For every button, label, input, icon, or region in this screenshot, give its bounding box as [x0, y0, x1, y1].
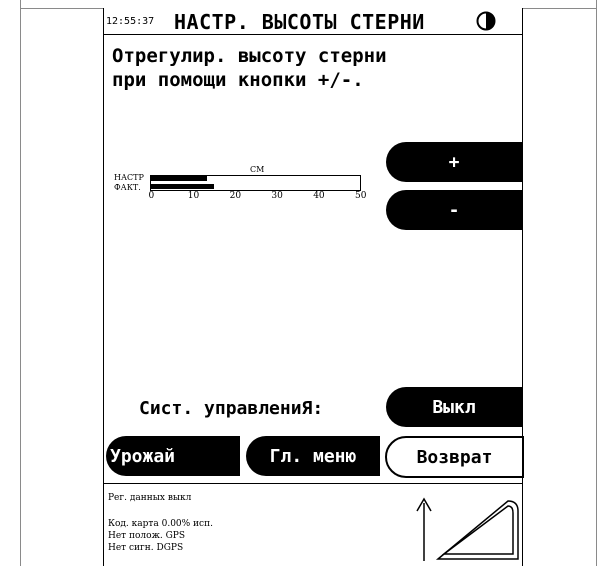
status-card: Код. карта 0.00% исп.: [108, 519, 213, 529]
status-log: Рег. данных выкл: [108, 493, 192, 503]
terminal-screen: 12:55:37 НАСТР. ВЫСОТЫ СТЕРНИ Отрегулир.…: [103, 8, 524, 566]
gauge-tick-label: 30: [271, 191, 283, 201]
gauge-actual-label: ФАКТ.: [114, 183, 141, 192]
clock: 12:55:37: [106, 16, 155, 27]
control-system-label: Сист. управлениЯ:: [139, 398, 324, 419]
gauge-tick-label: 0: [148, 191, 155, 201]
gauge-tick-label: 50: [355, 191, 367, 201]
status-separator: [104, 483, 522, 484]
gauge-set-bar: [151, 176, 208, 181]
gauge-tick-label: 10: [187, 191, 200, 201]
instruction-text: Отрегулир. высоту стерни при помощи кноп…: [112, 45, 387, 91]
stubble-height-gauge: СМ НАСТР ФАКТ. 0 10 20 30 40 50: [104, 158, 384, 218]
gauge-tick-label: 20: [229, 191, 242, 201]
status-gps: Нет полож. GPS: [108, 531, 185, 541]
contrast-icon[interactable]: [476, 11, 496, 31]
page-title: НАСТР. ВЫСОТЫ СТЕРНИ: [174, 10, 425, 34]
back-button[interactable]: Возврат: [385, 436, 524, 478]
title-bar: 12:55:37 НАСТР. ВЫСОТЫ СТЕРНИ: [104, 8, 522, 35]
left-frame-line: [20, 0, 21, 566]
field-coverage-icon: [416, 497, 519, 561]
status-dgps: Нет сигн. DGPS: [108, 543, 184, 553]
right-frame-line: [596, 0, 597, 566]
main-menu-button[interactable]: Гл. меню: [246, 436, 380, 476]
increase-button[interactable]: +: [386, 142, 522, 182]
harvest-button[interactable]: Урожай: [106, 436, 240, 476]
control-system-toggle-button[interactable]: Выкл: [386, 387, 522, 427]
decrease-button[interactable]: -: [386, 190, 522, 230]
gauge-set-label: НАСТР: [114, 173, 144, 182]
gauge-actual-bar: [151, 184, 214, 189]
gauge-unit-label: СМ: [250, 165, 265, 174]
gauge-tick-label: 40: [313, 191, 325, 201]
